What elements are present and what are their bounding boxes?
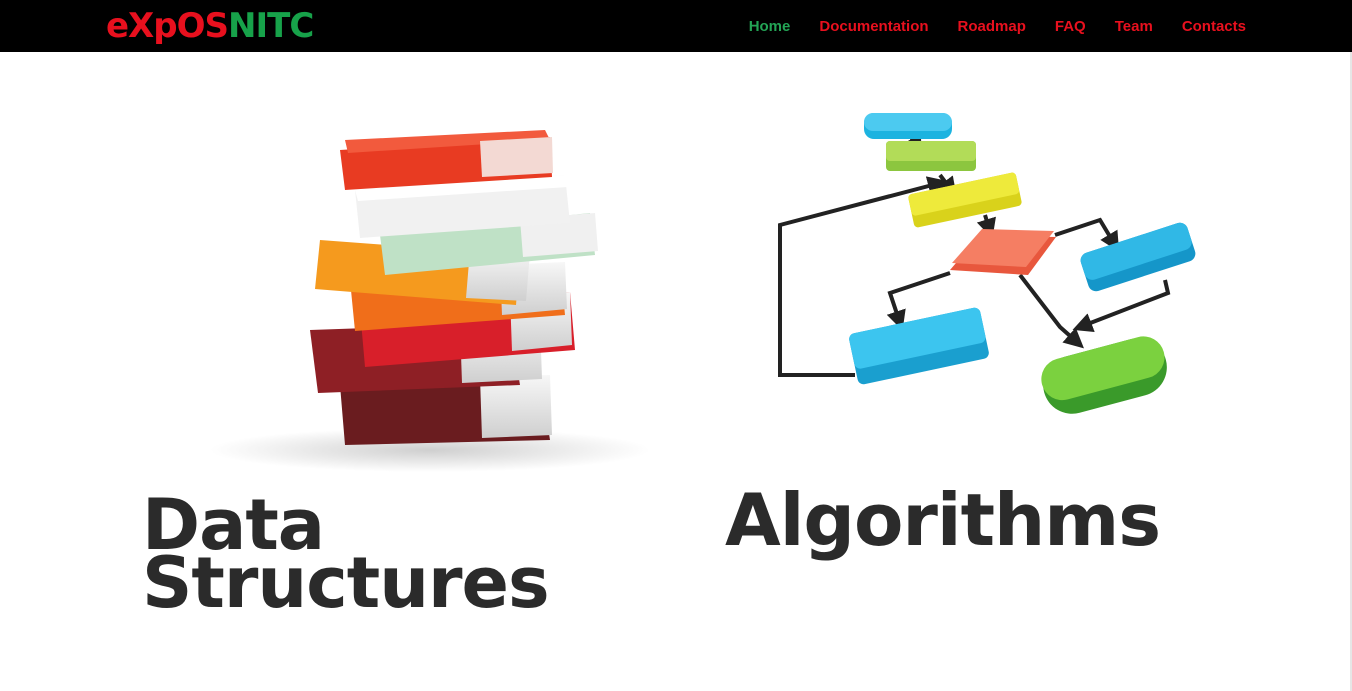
main-nav: Home Documentation Roadmap FAQ Team Cont… (720, 0, 1246, 52)
nav-roadmap-link[interactable]: Roadmap (958, 18, 1026, 35)
algorithms-card[interactable] (760, 105, 1210, 425)
top-navbar: eXpOSNITC Home Documentation Roadmap FAQ… (0, 0, 1352, 52)
brand-logo-green: NITC (228, 6, 314, 46)
data-structures-heading[interactable]: Data Structures (142, 490, 550, 624)
flowchart-image (778, 113, 1196, 414)
books-stack-image (210, 130, 650, 472)
brand-logo[interactable]: eXpOSNITC (106, 6, 314, 46)
nav-faq-link[interactable]: FAQ (1055, 18, 1086, 35)
data-structures-card[interactable] (180, 95, 660, 475)
brand-logo-red: eXpOS (106, 6, 229, 46)
nav-documentation-link[interactable]: Documentation (819, 18, 928, 35)
data-structures-heading-line2: Structures (142, 542, 550, 624)
nav-home-link[interactable]: Home (749, 18, 791, 35)
algorithms-heading[interactable]: Algorithms (725, 484, 1161, 556)
nav-team-link[interactable]: Team (1115, 18, 1153, 35)
nav-contacts-link[interactable]: Contacts (1182, 18, 1246, 35)
